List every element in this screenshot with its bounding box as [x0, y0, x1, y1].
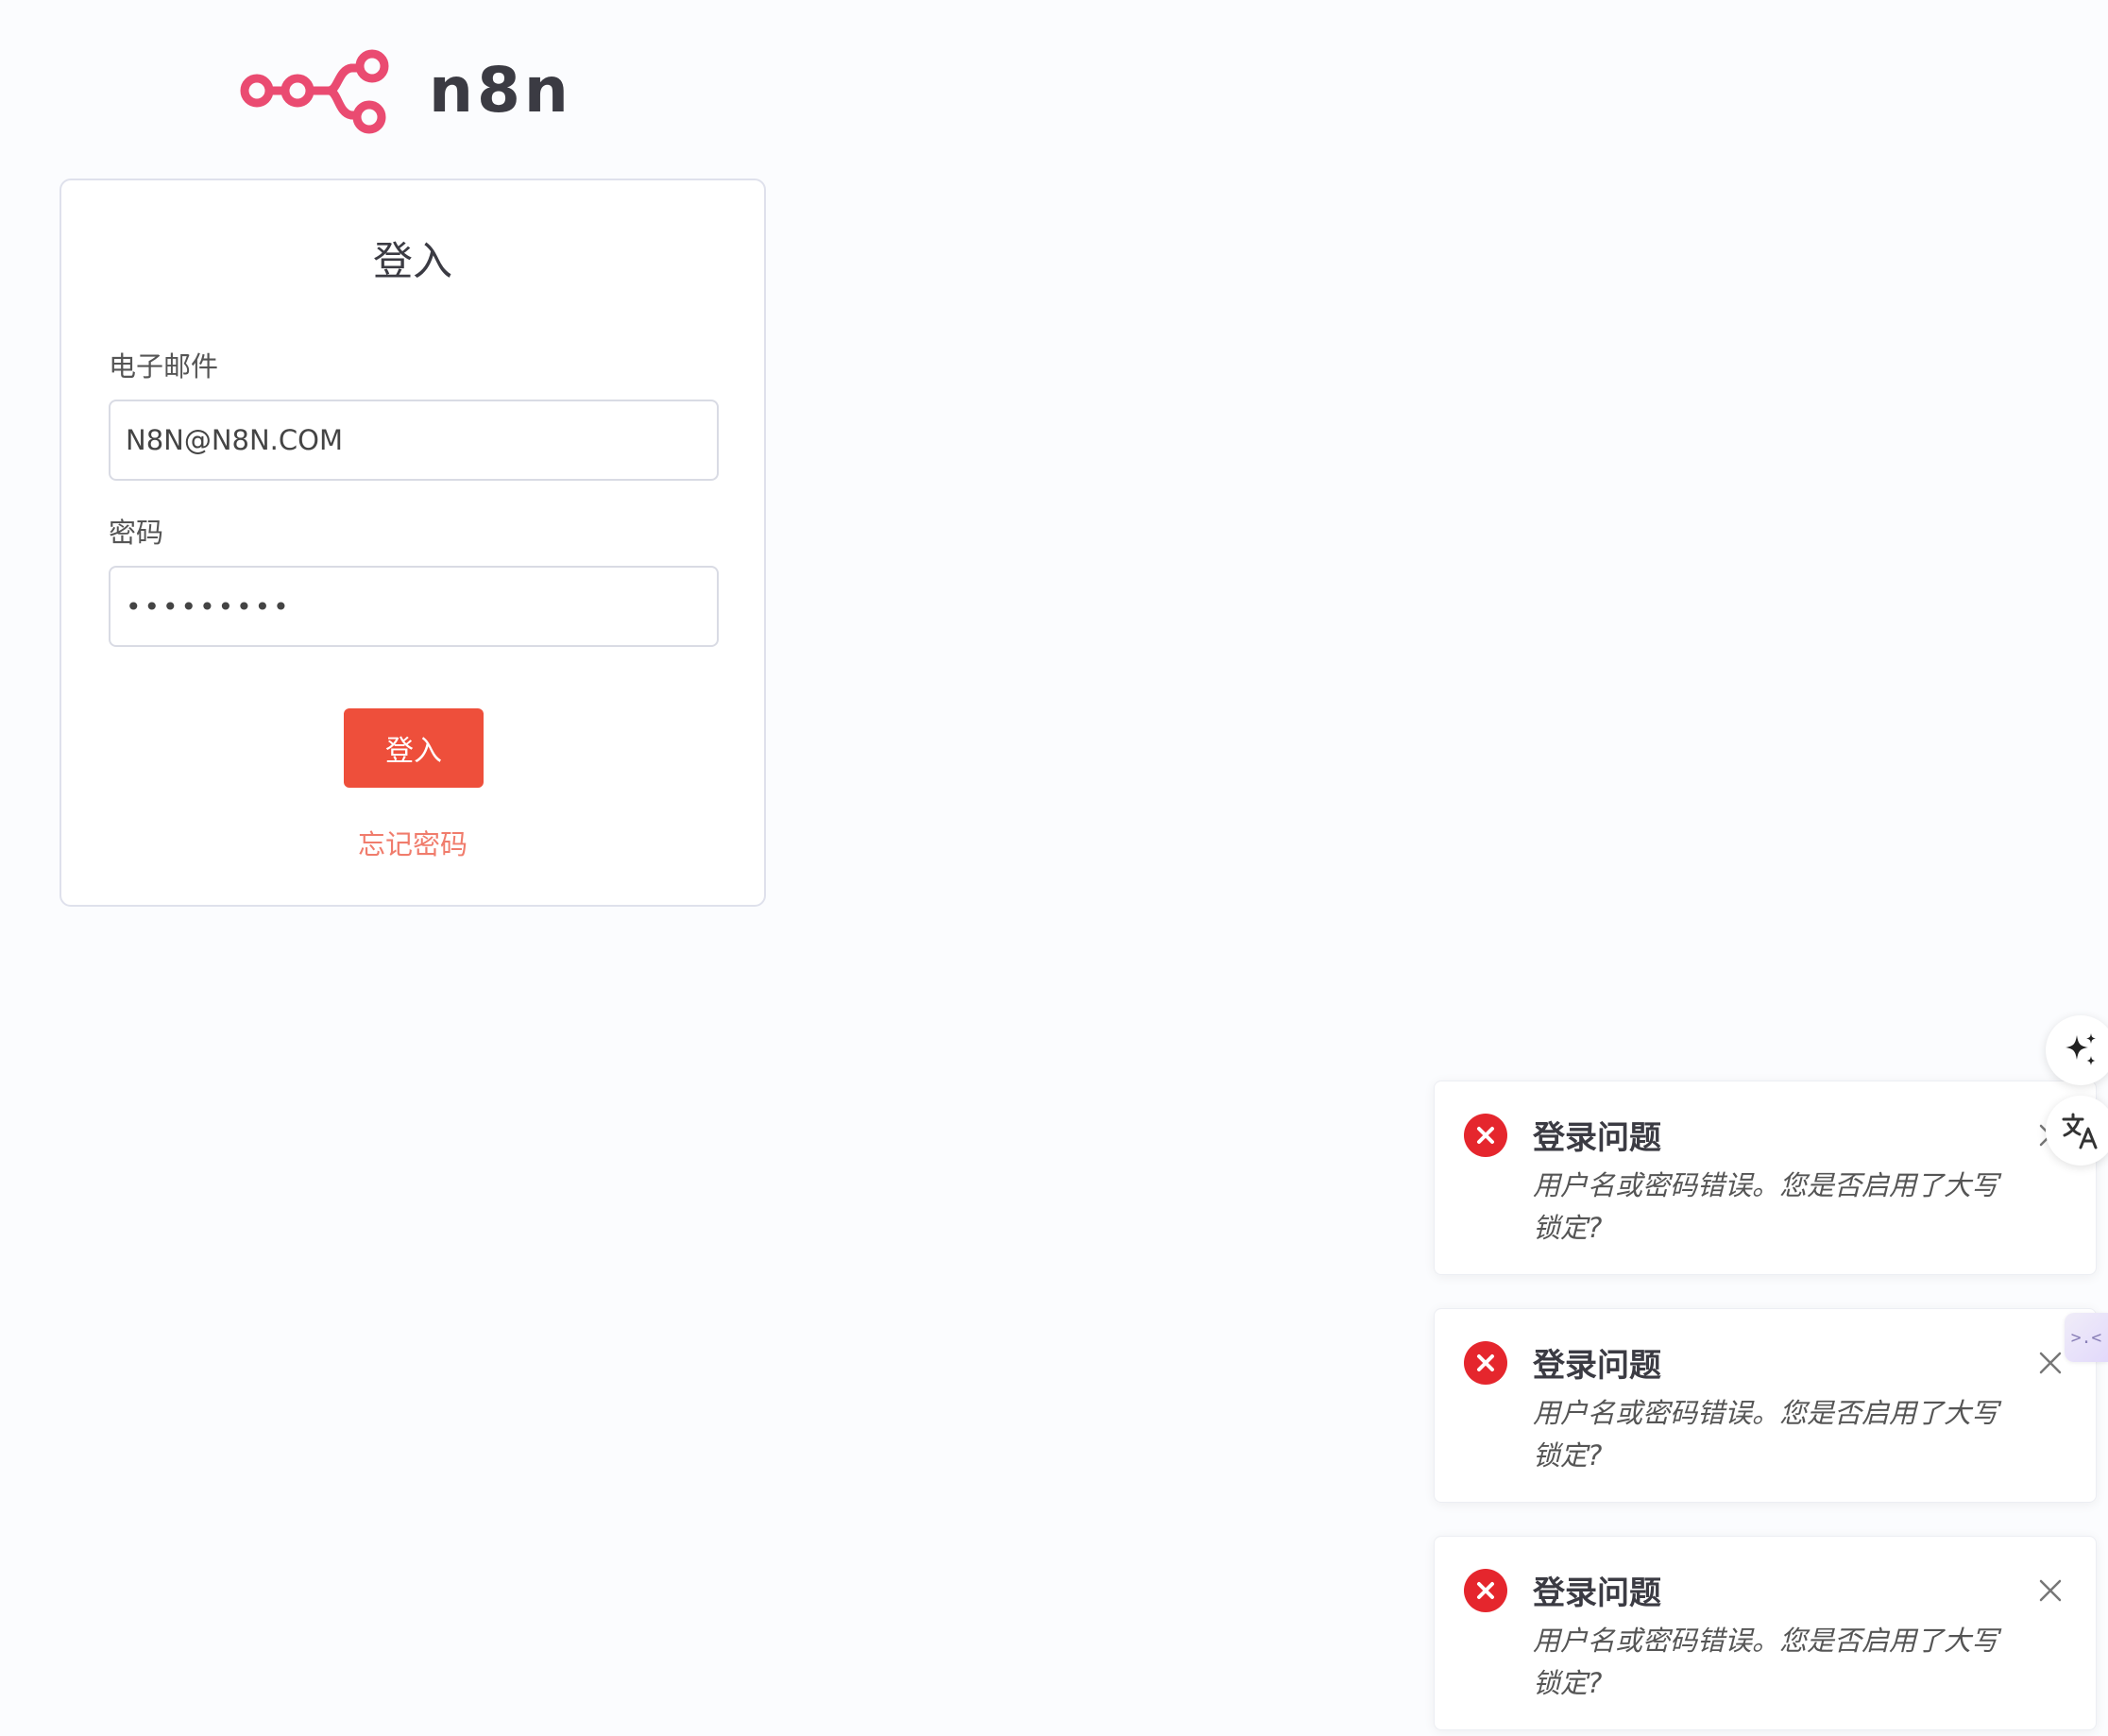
- error-toast: 登录问题 用户名或密码错误。您是否启用了大写锁定?: [1434, 1308, 2097, 1503]
- error-toast: 登录问题 用户名或密码错误。您是否启用了大写锁定?: [1434, 1536, 2097, 1730]
- close-icon[interactable]: [2036, 1349, 2065, 1377]
- toast-message: 用户名或密码错误。您是否启用了大写锁定?: [1533, 1169, 1999, 1244]
- error-icon: [1464, 1114, 1507, 1157]
- error-toast: 登录问题 用户名或密码错误。您是否启用了大写锁定?: [1434, 1081, 2097, 1275]
- assistant-side-tab[interactable]: >.<: [2065, 1313, 2108, 1362]
- email-field[interactable]: [109, 400, 719, 481]
- login-card: 登入 电子邮件 密码 登入 忘记密码: [60, 179, 766, 907]
- error-icon: [1464, 1341, 1507, 1385]
- password-label: 密码: [109, 517, 164, 549]
- toast-title: 登录问题: [1533, 1119, 1661, 1157]
- toast-message: 用户名或密码错误。您是否启用了大写锁定?: [1533, 1625, 1999, 1699]
- close-icon[interactable]: [2036, 1576, 2065, 1605]
- assistant-tab-icon: >.<: [2070, 1327, 2102, 1348]
- error-icon: [1464, 1569, 1507, 1612]
- toast-title: 登录问题: [1533, 1574, 1661, 1612]
- toast-message: 用户名或密码错误。您是否启用了大写锁定?: [1533, 1397, 1999, 1472]
- password-field[interactable]: [109, 566, 719, 647]
- forgot-password-link[interactable]: 忘记密码: [61, 823, 764, 862]
- login-button[interactable]: 登入: [344, 708, 484, 788]
- translate-button[interactable]: [2046, 1096, 2108, 1166]
- translate-icon: [2062, 1113, 2098, 1149]
- sparkle-icon: [2066, 1033, 2096, 1065]
- n8n-logo-icon: [240, 49, 389, 134]
- n8n-logo: n8n: [240, 45, 572, 136]
- email-label: 电子邮件: [109, 350, 219, 383]
- sparkle-button[interactable]: [2046, 1015, 2108, 1085]
- login-title: 登入: [372, 238, 452, 284]
- toast-title: 登录问题: [1533, 1347, 1661, 1385]
- logo-text: n8n: [429, 54, 572, 127]
